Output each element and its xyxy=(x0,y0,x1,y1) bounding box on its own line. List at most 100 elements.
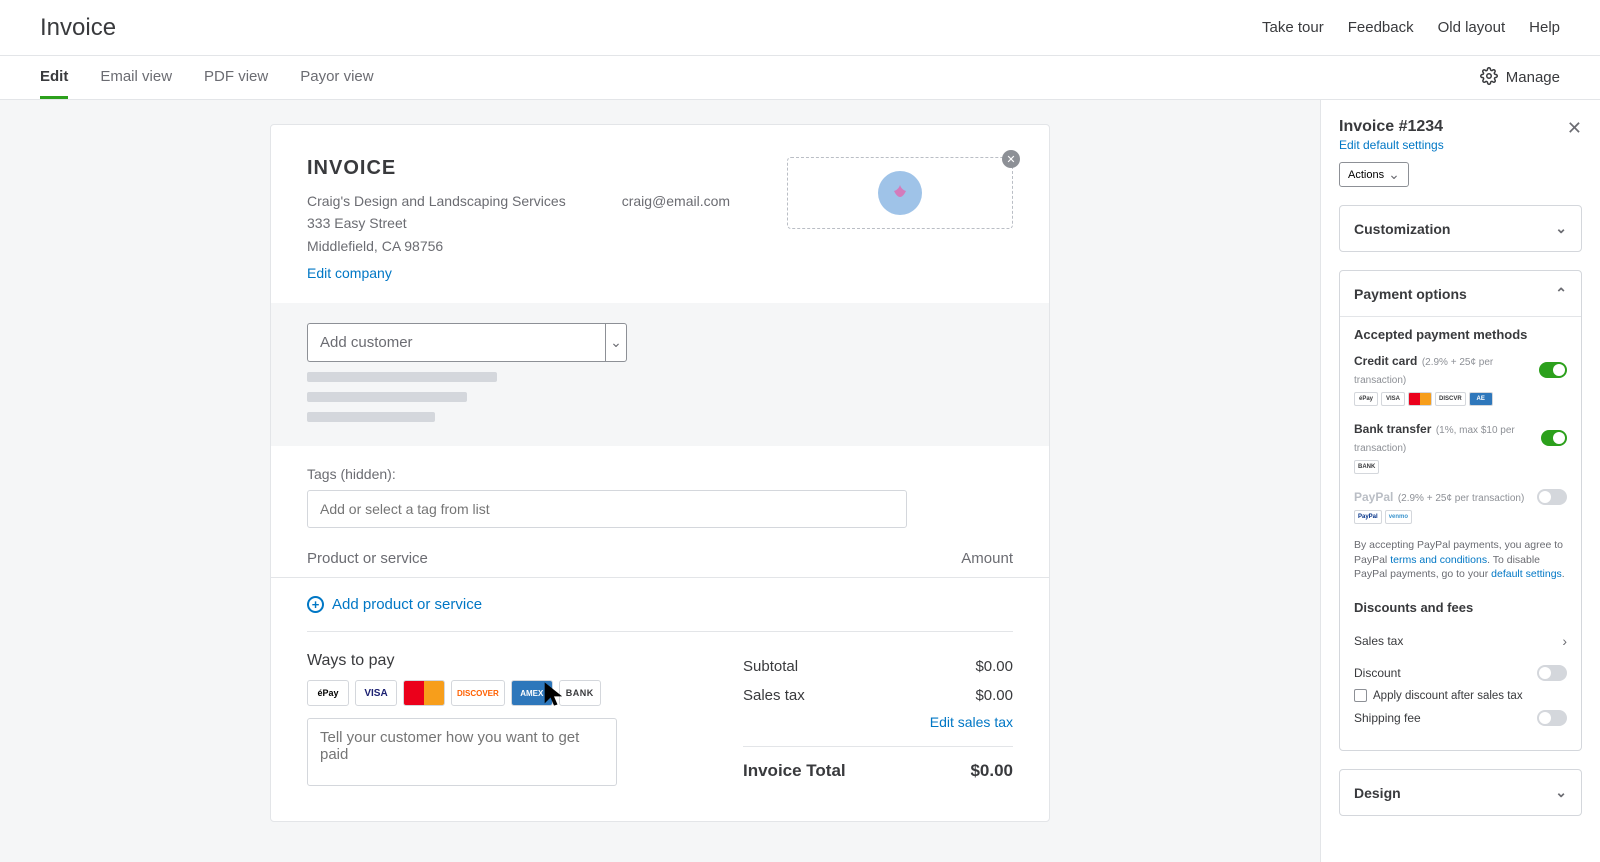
company-addr1: 333 Easy Street xyxy=(307,212,566,234)
plus-circle-icon: + xyxy=(307,596,324,613)
col-product: Product or service xyxy=(307,550,428,567)
salestax-value: $0.00 xyxy=(975,687,1013,704)
product-table-header: Product or service Amount xyxy=(271,536,1049,578)
sales-tax-row[interactable]: Sales tax › xyxy=(1354,625,1567,657)
terms-link[interactable]: terms and conditions xyxy=(1390,554,1487,566)
paypal-note: By accepting PayPal payments, you agree … xyxy=(1354,538,1567,582)
chevron-down-icon: ⌄ xyxy=(1388,166,1400,183)
discover-icon: DISCOVER xyxy=(451,680,505,706)
discount-label: Discount xyxy=(1354,666,1401,680)
payment-options-accordion: Payment options ⌃ Accepted payment metho… xyxy=(1339,270,1582,751)
tags-input[interactable] xyxy=(307,490,907,528)
actions-dropdown[interactable]: Actions ⌄ xyxy=(1339,162,1409,187)
payment-options-label: Payment options xyxy=(1354,286,1467,302)
subtotal-label: Subtotal xyxy=(743,658,798,675)
customer-select-chevron[interactable]: ⌄ xyxy=(605,323,627,362)
tabs: Edit Email view PDF view Payor view xyxy=(40,56,374,99)
tab-email-view[interactable]: Email view xyxy=(100,56,172,99)
paypal-fee: (2.9% + 25¢ per transaction) xyxy=(1398,493,1524,504)
manage-label: Manage xyxy=(1506,69,1560,86)
customer-select[interactable]: Add customer ⌄ xyxy=(307,323,627,362)
col-amount: Amount xyxy=(961,550,1013,567)
payment-options-header[interactable]: Payment options ⌃ xyxy=(1340,271,1581,316)
top-header: Invoice Take tour Feedback Old layout He… xyxy=(0,0,1600,56)
invoice-total-label: Invoice Total xyxy=(743,761,846,781)
visa-icon: VISA xyxy=(355,680,397,706)
credit-card-toggle[interactable] xyxy=(1539,362,1567,378)
shipping-fee-toggle[interactable] xyxy=(1537,710,1567,726)
help-link[interactable]: Help xyxy=(1529,19,1560,36)
bank-transfer-label: Bank transfer xyxy=(1354,422,1431,436)
discover-icon: DISCVR xyxy=(1435,392,1466,406)
skeleton-line xyxy=(307,372,497,382)
payment-message-input[interactable] xyxy=(307,718,617,786)
logo-dropzone[interactable]: ✕ xyxy=(787,157,1013,229)
logo-icon xyxy=(878,171,922,215)
apply-discount-label: Apply discount after sales tax xyxy=(1373,690,1523,702)
invoice-total-value: $0.00 xyxy=(970,761,1013,781)
amex-icon: AMEX xyxy=(511,680,553,706)
venmo-icon: venmo xyxy=(1385,510,1412,524)
chevron-up-icon: ⌃ xyxy=(1555,285,1567,302)
tab-pdf-view[interactable]: PDF view xyxy=(204,56,268,99)
customer-select-label: Add customer xyxy=(307,323,605,362)
invoice-title: INVOICE xyxy=(307,157,730,180)
manage-button[interactable]: Manage xyxy=(1480,67,1560,89)
apple-pay-icon: éPay xyxy=(307,680,349,706)
bank-icon: BANK xyxy=(1354,460,1379,474)
accepted-methods-label: Accepted payment methods xyxy=(1354,327,1567,342)
tab-edit[interactable]: Edit xyxy=(40,56,68,99)
customization-label: Customization xyxy=(1354,221,1450,237)
chevron-down-icon: ⌄ xyxy=(1555,784,1567,801)
credit-card-label: Credit card xyxy=(1354,354,1417,368)
design-label: Design xyxy=(1354,785,1401,801)
mastercard-icon xyxy=(1408,392,1432,406)
take-tour-link[interactable]: Take tour xyxy=(1262,19,1324,36)
edit-default-settings-link[interactable]: Edit default settings xyxy=(1339,138,1444,152)
discount-toggle[interactable] xyxy=(1537,665,1567,681)
design-accordion[interactable]: Design ⌄ xyxy=(1339,769,1582,816)
chevron-down-icon: ⌄ xyxy=(1555,220,1567,237)
payment-badges: éPay VISA DISCOVER AMEX BANK xyxy=(307,680,703,706)
add-product-button[interactable]: + Add product or service xyxy=(271,578,1049,631)
paypal-icon: PayPal xyxy=(1354,510,1382,524)
skeleton-line xyxy=(307,392,467,402)
add-product-label: Add product or service xyxy=(332,596,482,613)
customization-accordion[interactable]: Customization ⌄ xyxy=(1339,205,1582,252)
company-email: craig@email.com xyxy=(622,190,730,257)
default-settings-link[interactable]: default settings xyxy=(1491,568,1562,580)
sidepanel-title: Invoice #1234 xyxy=(1339,118,1444,136)
page-title: Invoice xyxy=(40,14,116,42)
bank-icon: BANK xyxy=(559,680,601,706)
tab-bar: Edit Email view PDF view Payor view Mana… xyxy=(0,56,1600,100)
amex-icon: AE xyxy=(1469,392,1493,406)
edit-sales-tax-link[interactable]: Edit sales tax xyxy=(743,710,1013,746)
gear-icon xyxy=(1480,67,1498,89)
edit-company-link[interactable]: Edit company xyxy=(307,265,392,281)
company-name: Craig's Design and Landscaping Services xyxy=(307,190,566,212)
apple-pay-icon: éPay xyxy=(1354,392,1378,406)
actions-label: Actions xyxy=(1348,169,1384,181)
discounts-fees-label: Discounts and fees xyxy=(1354,600,1567,615)
old-layout-link[interactable]: Old layout xyxy=(1438,19,1506,36)
company-addr2: Middlefield, CA 98756 xyxy=(307,235,566,257)
sales-tax-label: Sales tax xyxy=(1354,634,1403,648)
ways-to-pay-title: Ways to pay xyxy=(307,652,703,670)
bank-transfer-toggle[interactable] xyxy=(1541,430,1567,446)
skeleton-line xyxy=(307,412,435,422)
side-panel: Invoice #1234 Edit default settings Acti… xyxy=(1320,100,1600,862)
subtotal-value: $0.00 xyxy=(975,658,1013,675)
remove-logo-button[interactable]: ✕ xyxy=(1002,150,1020,168)
tab-payor-view[interactable]: Payor view xyxy=(300,56,373,99)
header-links: Take tour Feedback Old layout Help xyxy=(1262,19,1560,36)
mastercard-icon xyxy=(403,680,445,706)
feedback-link[interactable]: Feedback xyxy=(1348,19,1414,36)
apply-discount-checkbox[interactable] xyxy=(1354,689,1367,702)
close-panel-button[interactable]: ✕ xyxy=(1567,118,1582,139)
chevron-right-icon: › xyxy=(1562,633,1567,649)
visa-icon: VISA xyxy=(1381,392,1405,406)
tags-label: Tags (hidden): xyxy=(307,466,1013,482)
salestax-label: Sales tax xyxy=(743,687,805,704)
paypal-toggle[interactable] xyxy=(1537,489,1567,505)
chevron-down-icon: ⌄ xyxy=(610,334,622,351)
